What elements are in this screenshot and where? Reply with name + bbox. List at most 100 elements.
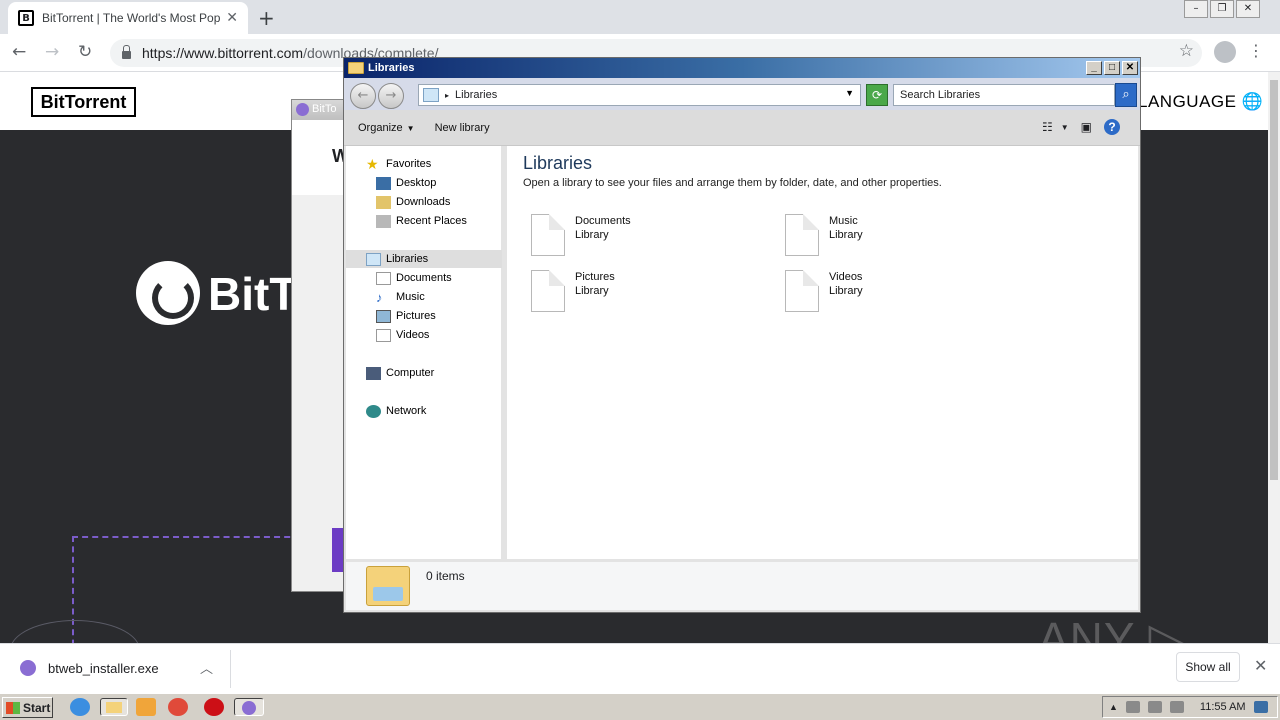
forward-arrow-icon[interactable]: → bbox=[378, 83, 404, 109]
explorer-nav-bar: ← → ▸ Libraries ▼ ⟳ Search Libraries ⌕ bbox=[344, 78, 1140, 110]
library-item-videos[interactable]: Videos Library bbox=[785, 270, 863, 312]
explorer-address-bar[interactable]: ▸ Libraries ▼ bbox=[418, 84, 861, 106]
music-icon: ♪ bbox=[376, 289, 383, 305]
nav-downloads[interactable]: Downloads bbox=[376, 193, 450, 211]
search-icon[interactable]: ⌕ bbox=[1115, 83, 1137, 107]
view-options-icon[interactable]: ☷ bbox=[1042, 120, 1053, 134]
breadcrumb-caret-icon[interactable]: ▸ bbox=[445, 91, 449, 100]
bittorrent-taskbar-button[interactable] bbox=[234, 698, 264, 716]
folder-icon bbox=[348, 62, 364, 74]
installer-window-body: W bbox=[292, 120, 350, 195]
nav-pictures[interactable]: Pictures bbox=[376, 307, 436, 325]
chevron-down-icon[interactable]: ▼ bbox=[1061, 123, 1069, 132]
folder-icon bbox=[106, 702, 122, 713]
show-desktop-icon[interactable] bbox=[1253, 701, 1268, 713]
library-type: Library bbox=[575, 229, 609, 241]
url-host: https://www.bittorrent.com bbox=[142, 45, 304, 61]
system-tray: ▲ 11:55 AM bbox=[1102, 696, 1278, 718]
new-library-button[interactable]: New library bbox=[435, 122, 490, 134]
download-item[interactable]: btweb_installer.exe bbox=[48, 661, 159, 676]
library-type: Library bbox=[575, 285, 609, 297]
nav-music[interactable]: ♪ Music bbox=[376, 288, 425, 306]
content-pane: Libraries Open a library to see your fil… bbox=[507, 146, 1138, 559]
chrome-icon[interactable] bbox=[168, 698, 188, 716]
media-player-icon[interactable] bbox=[136, 698, 156, 716]
search-input[interactable]: Search Libraries bbox=[893, 84, 1115, 106]
preview-pane-icon[interactable]: ▣ bbox=[1081, 120, 1092, 134]
library-item-music[interactable]: Music Library bbox=[785, 214, 863, 256]
divider bbox=[230, 650, 231, 688]
page-scrollbar[interactable] bbox=[1268, 72, 1280, 643]
show-all-button[interactable]: Show all bbox=[1176, 652, 1240, 682]
action-center-flag-icon[interactable] bbox=[1169, 701, 1184, 713]
bittorrent-icon bbox=[242, 701, 256, 715]
network-icon bbox=[366, 404, 381, 418]
chevron-up-icon[interactable]: ︿ bbox=[200, 658, 213, 677]
menu-kebab-icon[interactable]: ⋮ bbox=[1248, 41, 1264, 60]
close-icon[interactable]: ✕ bbox=[1236, 0, 1260, 18]
back-arrow-icon[interactable]: ← bbox=[350, 83, 376, 109]
library-item-pictures[interactable]: Pictures Library bbox=[531, 270, 615, 312]
bittorrent-favicon-icon: B bbox=[18, 10, 34, 26]
volume-icon[interactable] bbox=[1125, 701, 1140, 713]
new-tab-button[interactable]: + bbox=[258, 6, 275, 30]
nav-computer[interactable]: Computer bbox=[366, 364, 434, 382]
breadcrumb[interactable]: Libraries bbox=[455, 89, 497, 101]
star-icon: ★ bbox=[366, 155, 379, 172]
internet-explorer-icon[interactable] bbox=[70, 698, 90, 716]
videos-library-icon bbox=[785, 270, 819, 312]
minimize-icon[interactable]: – bbox=[1184, 0, 1208, 18]
refresh-icon[interactable]: ⟳ bbox=[866, 84, 888, 106]
help-icon[interactable]: ? bbox=[1104, 119, 1120, 135]
page-title: Libraries bbox=[523, 153, 593, 173]
explorer-taskbar-button[interactable] bbox=[100, 698, 128, 716]
opera-icon[interactable] bbox=[204, 698, 224, 716]
navigation-pane: ★ Favorites Desktop Downloads Recent Plac… bbox=[346, 146, 504, 559]
hero-brand-text: BitT bbox=[208, 268, 298, 320]
explorer-body: ★ Favorites Desktop Downloads Recent Plac… bbox=[344, 146, 1140, 559]
tab-close-icon[interactable]: ✕ bbox=[226, 10, 238, 26]
browser-tab[interactable]: B BitTorrent | The World's Most Popular … bbox=[8, 2, 248, 34]
libraries-folder-icon bbox=[366, 566, 410, 606]
nav-network[interactable]: Network bbox=[366, 402, 426, 420]
nav-videos[interactable]: Videos bbox=[376, 326, 429, 344]
pictures-icon bbox=[376, 309, 391, 323]
bookmark-star-icon[interactable]: ☆ bbox=[1179, 41, 1194, 61]
nav-libraries[interactable]: Libraries bbox=[346, 250, 502, 268]
lock-icon bbox=[122, 45, 131, 59]
nav-favorites[interactable]: ★ Favorites bbox=[366, 155, 431, 173]
bittorrent-logo[interactable]: BitTorrent bbox=[31, 87, 136, 117]
nav-documents[interactable]: Documents bbox=[376, 269, 452, 287]
library-type: Library bbox=[829, 285, 863, 297]
forward-arrow-icon[interactable]: → bbox=[45, 42, 59, 62]
back-arrow-icon[interactable]: ← bbox=[12, 42, 26, 62]
desktop-icon bbox=[376, 176, 391, 190]
browser-window-controls: – ❐ ✕ bbox=[1182, 0, 1260, 18]
pictures-library-icon bbox=[531, 270, 565, 312]
installer-window-title: BitTo bbox=[292, 100, 350, 120]
close-icon[interactable]: ✕ bbox=[1254, 656, 1267, 676]
installer-window[interactable]: BitTo W bbox=[291, 99, 352, 592]
scrollbar-thumb[interactable] bbox=[1270, 80, 1278, 480]
tray-expand-icon[interactable]: ▲ bbox=[1109, 702, 1118, 712]
close-icon[interactable]: ✕ bbox=[1122, 61, 1138, 75]
minimize-icon[interactable]: _ bbox=[1086, 61, 1102, 75]
start-button[interactable]: Start bbox=[2, 697, 53, 718]
explorer-command-bar: Organize ▼ New library ☷ ▼ ▣ ? bbox=[344, 110, 1140, 146]
restore-icon[interactable]: ❐ bbox=[1210, 0, 1234, 18]
music-library-icon bbox=[785, 214, 819, 256]
nav-recent-places[interactable]: Recent Places bbox=[376, 212, 467, 230]
nav-desktop[interactable]: Desktop bbox=[376, 174, 436, 192]
language-selector[interactable]: LANGUAGE 🌐 bbox=[1138, 92, 1263, 112]
reload-icon[interactable]: ↻ bbox=[78, 42, 92, 62]
documents-icon bbox=[376, 271, 391, 285]
network-icon[interactable] bbox=[1147, 701, 1162, 713]
item-count: 0 items bbox=[426, 569, 465, 583]
explorer-title-bar[interactable]: Libraries _ □ ✕ bbox=[344, 58, 1140, 78]
maximize-icon[interactable]: □ bbox=[1104, 61, 1120, 75]
organize-menu[interactable]: Organize ▼ bbox=[358, 122, 415, 134]
chevron-down-icon[interactable]: ▼ bbox=[845, 88, 854, 98]
profile-avatar-icon[interactable] bbox=[1214, 41, 1236, 63]
library-item-documents[interactable]: Documents Library bbox=[531, 214, 631, 256]
clock[interactable]: 11:55 AM bbox=[1200, 701, 1246, 713]
